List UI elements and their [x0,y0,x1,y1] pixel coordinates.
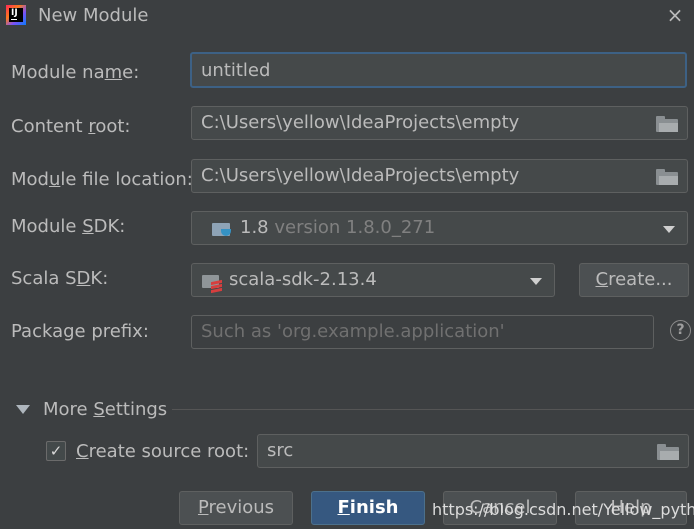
intellij-app-icon: IJ [6,5,26,25]
content-root-value: C:\Users\yellow\IdeaProjects\empty [201,112,520,133]
chevron-down-icon [530,278,542,285]
watermark-text: https://blog.csdn.net/Yellow_python [432,500,694,519]
content-root-field[interactable]: C:\Users\yellow\IdeaProjects\empty [191,106,688,140]
module-sdk-label: Module SDK: [11,216,126,237]
create-scala-sdk-button[interactable]: Create... [579,263,689,297]
module-file-location-value: C:\Users\yellow\IdeaProjects\empty [201,165,520,186]
close-icon[interactable]: × [664,4,686,26]
previous-button[interactable]: Previous [179,491,293,525]
finish-button[interactable]: Finish [311,491,425,525]
module-name-value: untitled [201,60,271,81]
scala-sdk-label: Scala SDK: [11,268,109,289]
section-divider [172,409,694,410]
source-root-field[interactable]: src [257,434,689,468]
module-name-input[interactable]: untitled [190,52,687,88]
module-file-location-label: Module file location: [11,169,193,190]
package-prefix-input[interactable]: Such as 'org.example.application' [191,315,654,349]
chevron-down-icon [663,226,675,233]
browse-folder-icon[interactable] [656,116,678,132]
scala-sdk-combobox[interactable]: scala-sdk-2.13.4 [191,263,555,297]
create-source-root-checkbox[interactable]: ✓ [46,441,66,461]
window-title: New Module [38,5,149,26]
browse-folder-icon[interactable] [656,169,678,185]
content-root-label: Content root: [11,116,131,137]
module-name-label: Module name: [11,62,140,83]
title-bar: IJ New Module × [0,0,694,34]
source-root-value: src [267,440,294,461]
create-source-root-label[interactable]: Create source root: [76,441,249,462]
module-file-location-field[interactable]: C:\Users\yellow\IdeaProjects\empty [191,159,688,193]
browse-folder-icon[interactable] [657,444,679,460]
package-prefix-label: Package prefix: [11,321,149,342]
help-icon[interactable]: ? [670,320,691,341]
collapse-triangle-icon[interactable] [16,405,30,414]
module-sdk-combobox[interactable]: 1.8 version 1.8.0_271 [191,211,688,245]
scala-sdk-value: scala-sdk-2.13.4 [229,269,377,290]
jdk-folder-icon [212,221,232,237]
module-sdk-value: 1.8 version 1.8.0_271 [240,217,436,238]
more-settings-toggle[interactable]: More Settings [43,399,167,420]
scala-library-icon [202,273,222,294]
package-prefix-placeholder: Such as 'org.example.application' [201,321,505,342]
